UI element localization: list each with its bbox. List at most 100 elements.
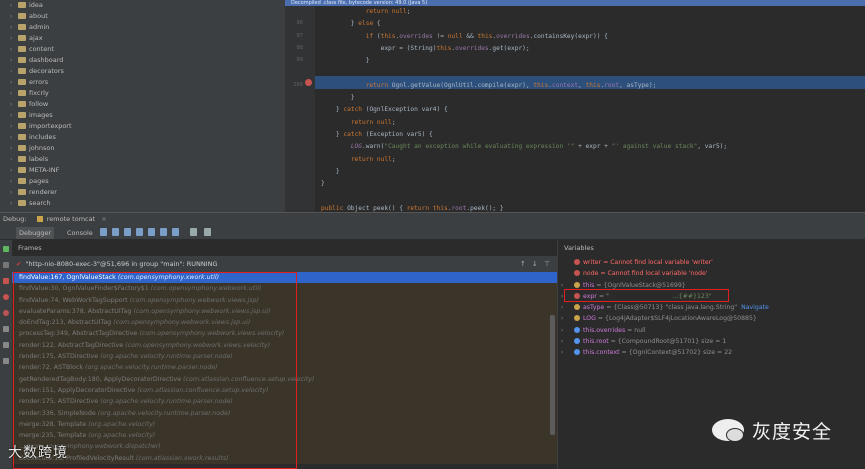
stack-frame[interactable]: render:151, ApplyDecoratorDirective (com… (12, 384, 557, 397)
frame-package: (com.opensymphony.webwork.views.jsp.ui) (113, 319, 251, 327)
down-arrow-icon[interactable]: ↓ (532, 257, 538, 272)
step-out-icon[interactable] (148, 228, 155, 236)
tree-item[interactable]: › dashboard (0, 55, 285, 66)
variable-row[interactable]: writer = Cannot find local variable 'wri… (558, 257, 865, 268)
stack-frame[interactable]: evaluateParams:378, AbstractUITag (com.o… (12, 305, 557, 318)
force-step-into-icon[interactable] (136, 228, 143, 236)
stack-frame[interactable]: merge:235, Template (org.apache.velocity… (12, 430, 557, 442)
stack-frame[interactable]: findValue:30, OgnlValueFinder$Factory$1 … (12, 283, 557, 295)
tree-item-label: follow (29, 100, 49, 108)
navigate-link[interactable]: Navigate (741, 304, 769, 311)
tree-item[interactable]: › errors (0, 77, 285, 88)
variable-row[interactable]: › this.overrides = null (558, 325, 865, 336)
frames-scrollbar[interactable] (550, 315, 555, 435)
tree-item[interactable]: › labels (0, 154, 285, 165)
tree-item[interactable]: › idea (0, 0, 285, 11)
frame-method: render:151, ApplyDecoratorDirective (19, 386, 136, 394)
close-icon[interactable]: × (101, 215, 106, 223)
variable-row[interactable]: › asType = {Class@50713} "class java.lang… (558, 302, 865, 313)
code-editor[interactable]: Decompiled .class file, bytecode version… (285, 0, 865, 212)
tree-item[interactable]: › renderer (0, 187, 285, 198)
tree-item[interactable]: › images (0, 110, 285, 121)
tree-item[interactable]: › decorators (0, 66, 285, 77)
variable-row[interactable]: › this.context = {OgnlContext@51702} size… (558, 347, 865, 358)
mute-breakpoints-icon[interactable] (3, 310, 9, 316)
chevron-right-icon[interactable]: › (561, 280, 563, 291)
settings-icon[interactable] (3, 342, 9, 348)
tab-console[interactable]: Console (64, 227, 96, 239)
stack-frame[interactable]: ... (com.opensymphony.webwork.dispatcher… (12, 441, 557, 453)
project-tree: › idea › about › admin › ajax › content › dashboard… (0, 0, 285, 212)
variable-row[interactable]: node = Cannot find local variable 'node' (558, 268, 865, 279)
debug-config-tab[interactable]: remote tomcat (47, 215, 95, 223)
chevron-right-icon[interactable]: › (561, 336, 563, 347)
tree-item[interactable]: › pages (0, 176, 285, 187)
stack-frame[interactable]: render:175, ASTDirective (org.apache.vel… (12, 396, 557, 408)
variable-name: expr (583, 292, 597, 300)
tree-item-label: content (29, 45, 54, 53)
tree-item[interactable]: › admin (0, 22, 285, 33)
tree-item[interactable]: › johnson (0, 143, 285, 154)
chevron-right-icon[interactable]: › (561, 347, 563, 358)
variable-row[interactable]: › LOG = {Log4jAdapter$SLF4jLocationAwareL… (558, 313, 865, 324)
tab-debugger[interactable]: Debugger (16, 227, 55, 239)
code-line: LOG.warn("Caught an exception while eval… (350, 143, 728, 151)
code-line: if (this.overrides != null && this.overr… (365, 32, 608, 40)
stack-frame[interactable]: merge:328, Template (org.apache.velocity… (12, 418, 557, 431)
stack-frame[interactable]: render:336, SimpleNode (org.apache.veloc… (12, 407, 557, 419)
tree-item-label: errors (29, 78, 49, 86)
variable-row[interactable]: › this = {OgnlValueStack@51699} (558, 280, 865, 291)
code-line: } catch (OgnlException var4) { (321, 106, 448, 114)
chevron-right-icon: › (10, 167, 13, 174)
tree-item[interactable]: › importexport (0, 121, 285, 132)
chevron-right-icon[interactable]: › (561, 302, 563, 313)
tree-item-label: pages (29, 177, 49, 185)
variable-row[interactable]: › this.root = {CompoundRoot@51701} size =… (558, 336, 865, 347)
variable-icon (574, 292, 580, 299)
pin-icon[interactable] (3, 358, 9, 364)
breakpoint-icon[interactable] (305, 79, 312, 86)
thread-selector[interactable]: ✔ "http-nio-8080-exec-3"@51,696 in group… (12, 257, 557, 272)
pause-icon[interactable] (3, 262, 9, 268)
stack-frame[interactable]: doEndTag:213, AbstractUITag (com.opensym… (12, 317, 557, 329)
tree-item[interactable]: › META-INF (0, 165, 285, 176)
show-execution-point-icon[interactable] (100, 228, 107, 236)
resume-icon[interactable] (3, 246, 9, 252)
frame-method: render:122, AbstractTagDirective (19, 341, 124, 349)
step-over-icon[interactable] (112, 228, 119, 236)
stack-frame[interactable]: getRenderedTagBody:180, ApplyDecoratorDi… (12, 373, 557, 385)
up-arrow-icon[interactable]: ↑ (520, 257, 526, 272)
stack-frame[interactable]: render:72, ASTBlock (org.apache.velocity… (12, 362, 557, 374)
chevron-right-icon[interactable]: › (561, 291, 563, 302)
frame-package: (org.apache.velocity.runtime.parser.node… (97, 409, 231, 417)
chevron-right-icon[interactable]: › (561, 325, 563, 336)
layout-icon[interactable] (204, 228, 211, 236)
variable-name: this.root (583, 338, 609, 346)
tree-item[interactable]: › search (0, 198, 285, 209)
stack-frame[interactable]: doExecute:18, ProfiledVelocityResult (co… (12, 452, 557, 465)
tree-item[interactable]: › about (0, 11, 285, 22)
stack-frame[interactable]: render:175, ASTDirective (org.apache.vel… (12, 351, 557, 363)
camera-icon[interactable] (3, 326, 9, 332)
evaluate-icon[interactable] (190, 228, 197, 236)
variable-icon (574, 304, 580, 311)
tree-item[interactable]: › fixcrly (0, 88, 285, 99)
view-breakpoints-icon[interactable] (3, 294, 9, 300)
variable-row[interactable]: › expr = " ...{##}123" (558, 291, 865, 302)
stack-frame[interactable]: findValue:167, OgnlValueStack (com.opens… (12, 272, 557, 284)
stack-frame[interactable]: processTag:349, AbstractTagDirective (co… (12, 328, 557, 340)
chevron-right-icon[interactable]: › (561, 313, 563, 324)
step-into-icon[interactable] (124, 228, 131, 236)
stack-frame[interactable]: render:122, AbstractTagDirective (com.op… (12, 339, 557, 352)
stack-frame[interactable]: findValue:74, WebWorkTagSupport (com.ope… (12, 294, 557, 306)
frame-method: merge:235, Template (19, 432, 87, 440)
tree-item[interactable]: › ajax (0, 33, 285, 44)
drop-frame-icon[interactable] (160, 228, 167, 236)
tree-item[interactable]: › follow (0, 99, 285, 110)
stop-icon[interactable] (3, 278, 9, 284)
run-to-cursor-icon[interactable] (172, 228, 179, 236)
filter-icon[interactable]: ⊤ (544, 257, 550, 272)
tree-item[interactable]: › includes (0, 132, 285, 143)
chevron-right-icon: › (10, 46, 13, 53)
tree-item[interactable]: › content (0, 44, 285, 55)
